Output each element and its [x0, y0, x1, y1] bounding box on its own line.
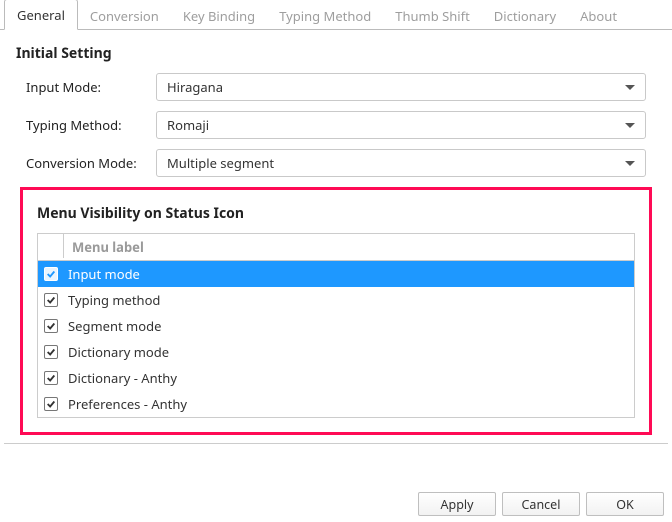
settings-window: General Conversion Key Binding Typing Me… — [0, 0, 672, 444]
table-row[interactable]: Typing method — [38, 287, 634, 313]
table-row[interactable]: Segment mode — [38, 313, 634, 339]
label-conversion-mode: Conversion Mode: — [26, 154, 156, 172]
ok-button[interactable]: OK — [586, 492, 664, 516]
chevron-down-icon — [625, 161, 635, 166]
label-input-mode: Input Mode: — [26, 78, 156, 96]
checkbox-icon[interactable] — [44, 371, 58, 385]
table-row[interactable]: Dictionary - Anthy — [38, 365, 634, 391]
chevron-down-icon — [625, 85, 635, 90]
initial-setting-form: Input Mode: Hiragana Typing Method: Roma… — [12, 73, 660, 177]
tab-typing-method[interactable]: Typing Method — [267, 1, 383, 30]
row-label: Input mode — [68, 265, 140, 283]
table-header-check — [38, 234, 64, 258]
checkbox-icon[interactable] — [44, 319, 58, 333]
checkbox-icon[interactable] — [44, 345, 58, 359]
tab-about[interactable]: About — [568, 1, 629, 30]
row-label: Preferences - Anthy — [68, 395, 187, 413]
select-conversion-mode-value: Multiple segment — [167, 154, 274, 172]
tab-dictionary[interactable]: Dictionary — [482, 1, 568, 30]
menu-visibility-table: Menu label Input mode Typing method Segm… — [37, 233, 635, 418]
menu-visibility-section: Menu Visibility on Status Icon Menu labe… — [20, 187, 652, 435]
tab-conversion[interactable]: Conversion — [78, 1, 171, 30]
section-title-menu-visibility: Menu Visibility on Status Icon — [37, 204, 635, 223]
checkbox-icon[interactable] — [44, 397, 58, 411]
panel-general: Initial Setting Input Mode: Hiragana Typ… — [4, 30, 668, 444]
select-input-mode[interactable]: Hiragana — [156, 73, 646, 101]
section-title-initial: Initial Setting — [16, 44, 660, 63]
row-conversion-mode: Conversion Mode: Multiple segment — [26, 149, 660, 177]
row-typing-method: Typing Method: Romaji — [26, 111, 660, 139]
apply-button[interactable]: Apply — [418, 492, 496, 516]
select-typing-method[interactable]: Romaji — [156, 111, 646, 139]
row-label: Segment mode — [68, 317, 161, 335]
checkbox-icon[interactable] — [44, 293, 58, 307]
row-label: Dictionary mode — [68, 343, 169, 361]
table-header-label: Menu label — [64, 234, 634, 260]
table-row[interactable]: Dictionary mode — [38, 339, 634, 365]
row-label: Dictionary - Anthy — [68, 369, 177, 387]
select-input-mode-value: Hiragana — [167, 78, 223, 96]
dialog-buttons: Apply Cancel OK — [418, 492, 664, 516]
tab-general[interactable]: General — [4, 0, 78, 30]
label-typing-method: Typing Method: — [26, 116, 156, 134]
tabstrip: General Conversion Key Binding Typing Me… — [0, 0, 672, 30]
row-label: Typing method — [68, 291, 160, 309]
table-row[interactable]: Preferences - Anthy — [38, 391, 634, 417]
select-typing-method-value: Romaji — [167, 116, 209, 134]
table-row[interactable]: Input mode — [38, 261, 634, 287]
tab-key-binding[interactable]: Key Binding — [171, 1, 267, 30]
checkbox-icon[interactable] — [44, 267, 58, 281]
tab-thumb-shift[interactable]: Thumb Shift — [383, 1, 482, 30]
cancel-button[interactable]: Cancel — [502, 492, 580, 516]
row-input-mode: Input Mode: Hiragana — [26, 73, 660, 101]
chevron-down-icon — [625, 123, 635, 128]
table-header: Menu label — [38, 234, 634, 261]
select-conversion-mode[interactable]: Multiple segment — [156, 149, 646, 177]
